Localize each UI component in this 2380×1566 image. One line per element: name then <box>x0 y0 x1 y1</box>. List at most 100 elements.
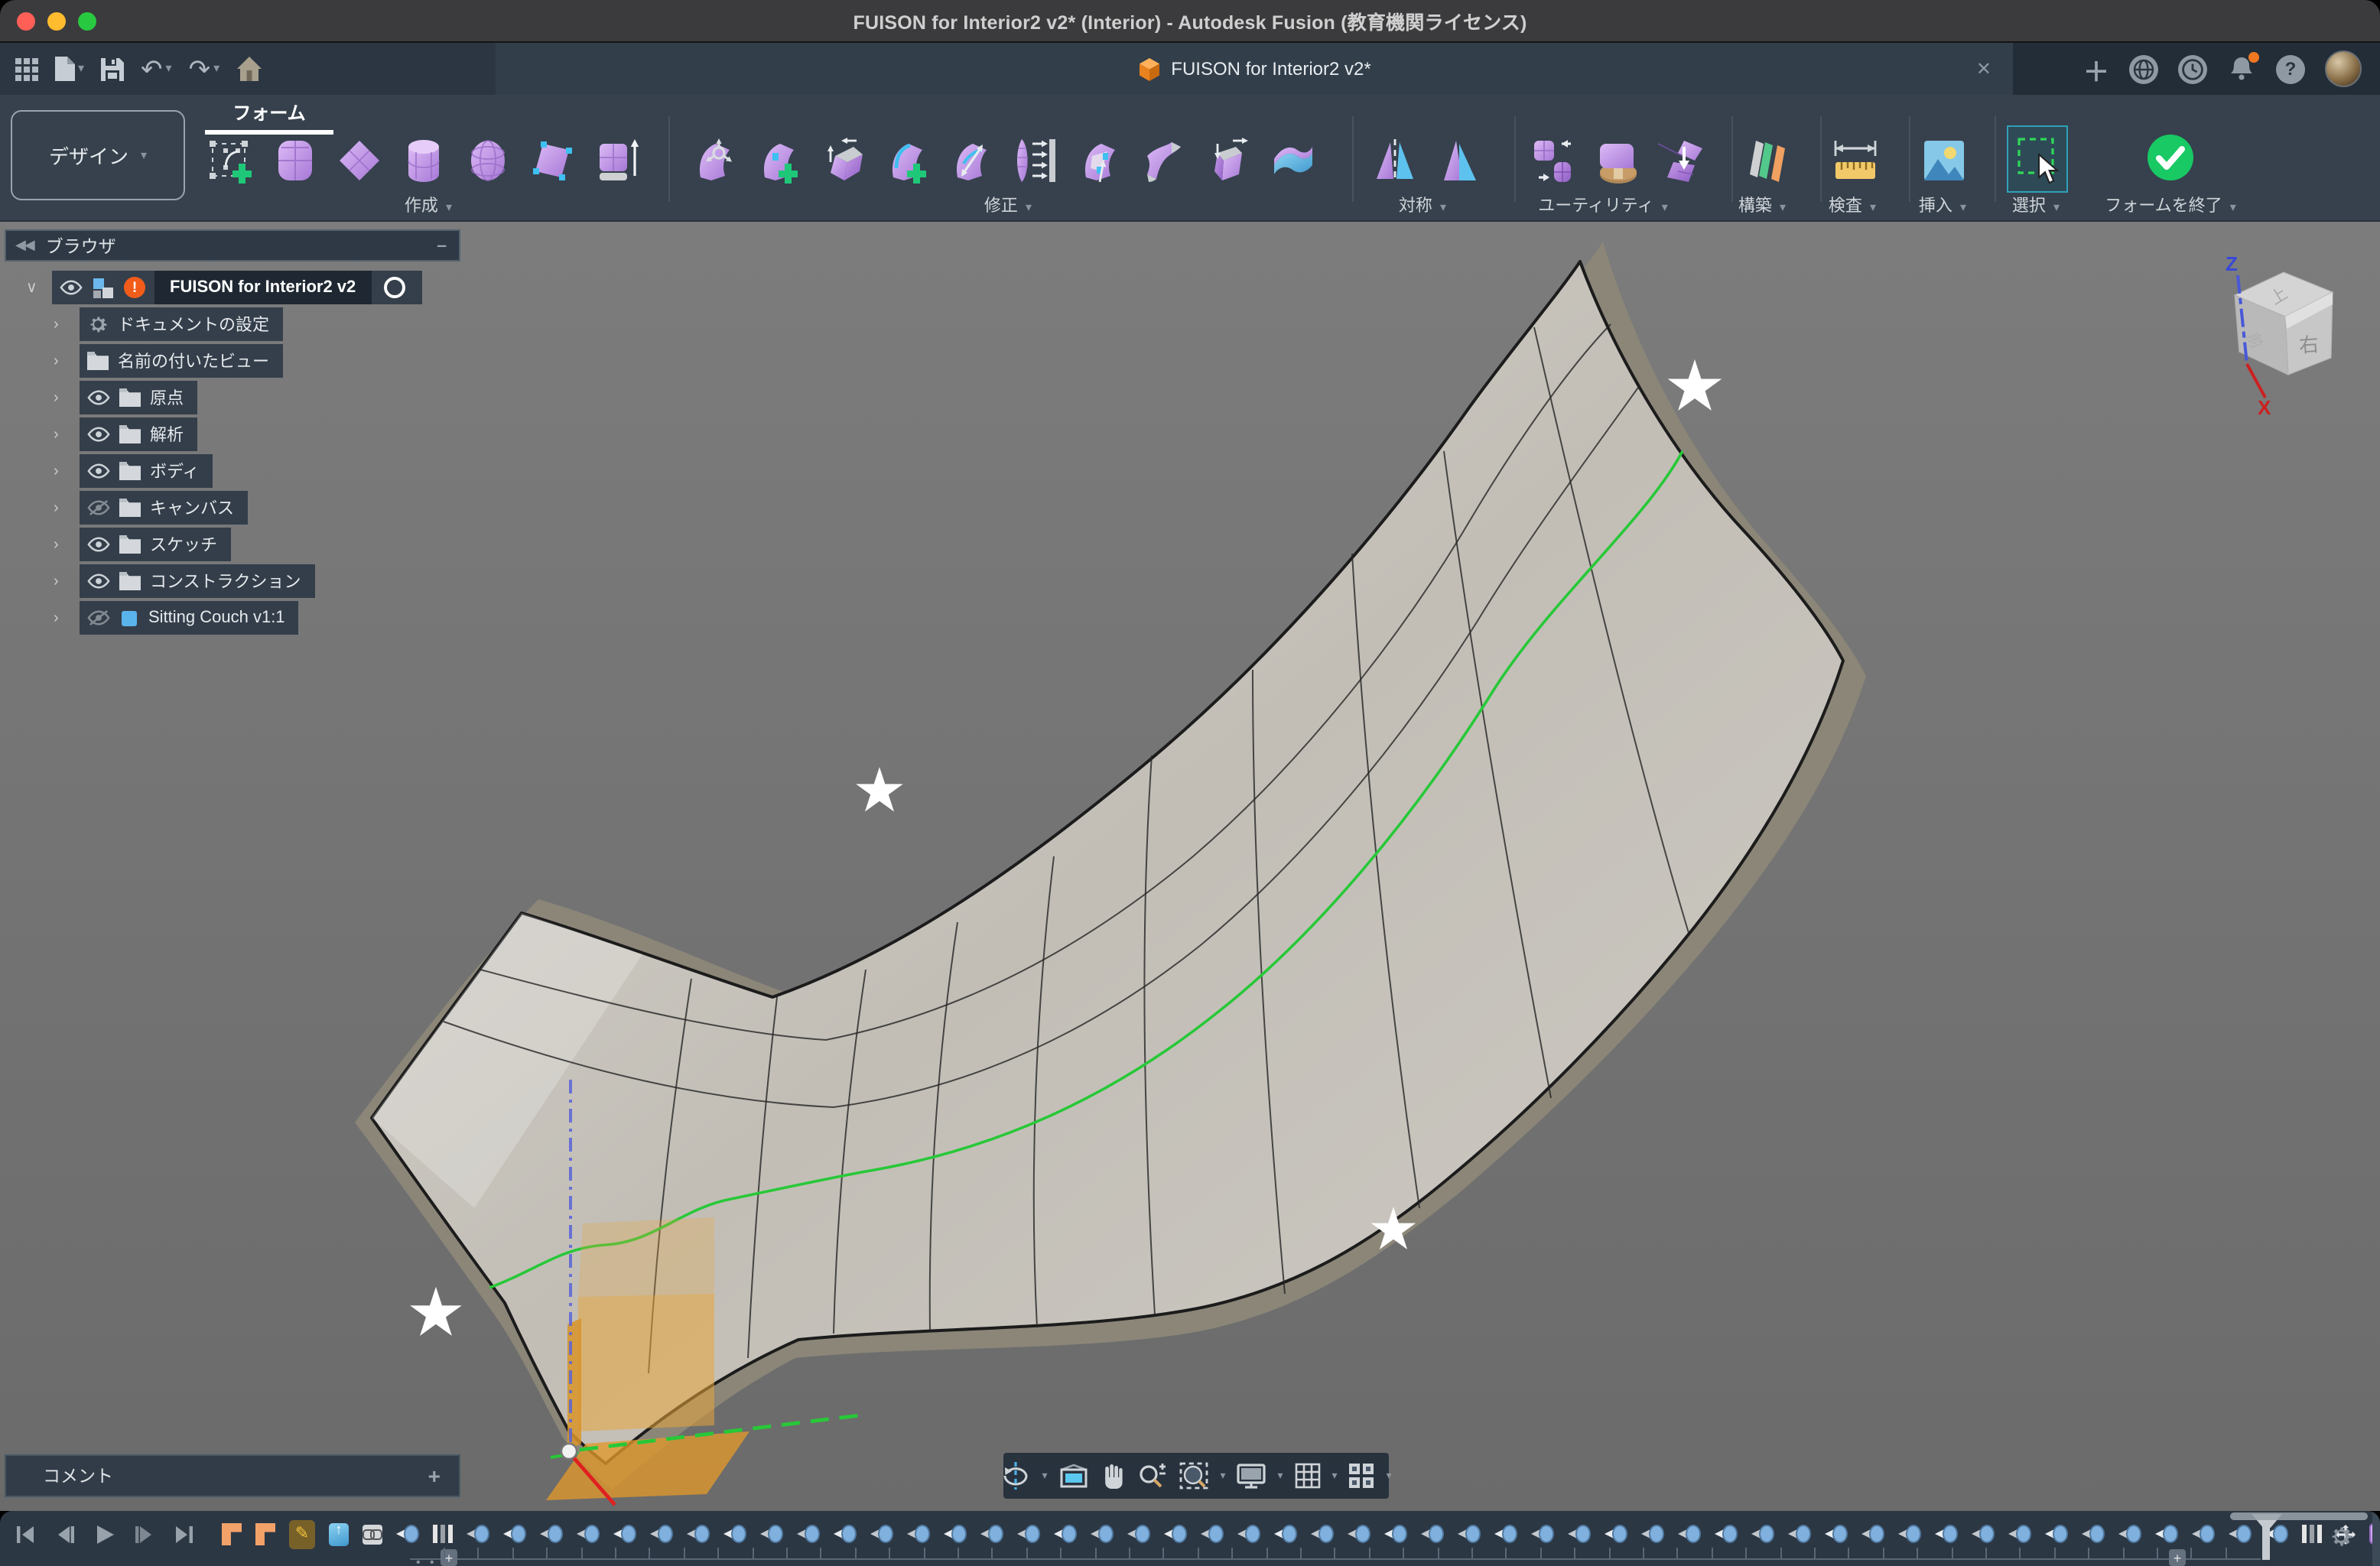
create-sphere-icon[interactable] <box>462 135 514 187</box>
save-icon[interactable] <box>101 57 124 80</box>
origin-point[interactable] <box>561 1444 577 1459</box>
close-window-button[interactable] <box>17 12 35 31</box>
chevron-icon[interactable]: › <box>54 353 80 369</box>
close-tab-icon[interactable]: ✕ <box>1976 58 1991 80</box>
pull-icon[interactable] <box>1010 135 1062 187</box>
redo-icon[interactable]: ↷ ▾ <box>189 56 220 82</box>
zoom-icon[interactable] <box>1136 1460 1169 1491</box>
measure-icon[interactable] <box>1829 135 1881 187</box>
chevron-icon[interactable]: › <box>54 316 80 333</box>
insert-group-label[interactable]: 挿入 ▾ <box>1919 193 1966 217</box>
finish-form-icon[interactable] <box>2144 132 2196 184</box>
crease-icon[interactable] <box>817 135 869 187</box>
construct-plane-icon[interactable] <box>1741 135 1793 187</box>
display-mode-icon[interactable] <box>1594 135 1646 187</box>
insert-edge-icon[interactable] <box>881 135 933 187</box>
warning-badge[interactable]: ! <box>124 277 145 298</box>
browser-item[interactable]: ›名前の付いたビュー <box>5 343 460 379</box>
browser-item[interactable]: ›キャンバス <box>5 489 460 526</box>
minimize-window-button[interactable] <box>47 12 66 31</box>
chevron-icon[interactable]: › <box>54 609 80 626</box>
timeline-playhead[interactable] <box>2262 1517 2270 1560</box>
visibility-eye-icon[interactable] <box>87 427 110 442</box>
unweld-icon[interactable] <box>1138 135 1190 187</box>
look-at-icon[interactable] <box>1056 1460 1090 1491</box>
insert-image-icon[interactable] <box>1918 135 1970 187</box>
create-group-label[interactable]: 作成 ▾ <box>405 193 452 217</box>
chevron-icon[interactable]: › <box>54 426 80 443</box>
context-tab-form[interactable]: フォーム <box>205 99 333 134</box>
visibility-eye-icon[interactable] <box>87 573 110 589</box>
finish-form-label[interactable]: フォームを終了 ▾ <box>2105 193 2236 217</box>
collapse-panel-icon[interactable]: ◀◀ <box>15 237 34 254</box>
bevel-edge-icon[interactable] <box>1202 135 1254 187</box>
inspect-group-label[interactable]: 検査 ▾ <box>1829 193 1876 217</box>
visibility-eye-icon[interactable] <box>87 610 110 625</box>
home-icon[interactable] <box>236 57 261 81</box>
visibility-eye-icon[interactable] <box>87 463 110 479</box>
grid-snap-icon[interactable] <box>1292 1460 1323 1491</box>
chevron-down-icon[interactable]: ▾ <box>1387 1470 1392 1482</box>
flatten-icon[interactable] <box>1658 135 1710 187</box>
browser-item[interactable]: ›原点 <box>5 379 460 416</box>
browser-item[interactable]: ›Sitting Couch v1:1 <box>5 599 460 636</box>
visibility-eye-icon[interactable] <box>87 390 110 405</box>
viewcube-front-label[interactable]: 右 <box>2298 333 2320 357</box>
timeline-group-expand[interactable]: + <box>2169 1549 2186 1566</box>
create-plane-icon[interactable] <box>333 135 385 187</box>
browser-item[interactable]: ∨!FUISON for Interior2 v2 <box>5 269 460 306</box>
file-menu-icon[interactable]: ▾ <box>55 57 84 81</box>
select-group-label[interactable]: 選択 ▾ <box>2012 193 2060 217</box>
pan-icon[interactable] <box>1097 1460 1128 1491</box>
new-tab-icon[interactable]: ＋ <box>2083 50 2109 88</box>
notifications-bell-icon[interactable] <box>2227 54 2256 83</box>
display-settings-icon[interactable] <box>1235 1460 1269 1491</box>
user-avatar[interactable] <box>2325 50 2362 87</box>
chevron-down-icon[interactable]: ▾ <box>1220 1470 1225 1482</box>
chevron-down-icon[interactable]: ▾ <box>1042 1470 1047 1482</box>
chevron-icon[interactable]: › <box>54 536 80 553</box>
browser-item[interactable]: ›スケッチ <box>5 526 460 563</box>
browser-header[interactable]: ◀◀ ブラウザ – <box>5 229 460 262</box>
thicken-icon[interactable] <box>1266 135 1318 187</box>
subdivide-icon[interactable] <box>945 135 997 187</box>
undo-icon[interactable]: ↶ ▾ <box>141 56 172 82</box>
visibility-eye-icon[interactable] <box>87 500 110 515</box>
workspace-selector[interactable]: デザイン▾ <box>11 110 185 200</box>
edit-form-icon[interactable] <box>688 135 740 187</box>
document-tab[interactable]: FUISON for Interior2 v2* ✕ <box>496 43 2013 95</box>
timeline-settings-gear-icon[interactable] <box>2328 1523 2354 1549</box>
chevron-icon[interactable]: › <box>54 499 80 516</box>
construct-group-label[interactable]: 構築 ▾ <box>1738 193 1786 217</box>
circular-symmetry-icon[interactable] <box>1435 135 1487 187</box>
browser-item[interactable]: ›コンストラクション <box>5 563 460 599</box>
viewports-icon[interactable] <box>1347 1460 1377 1491</box>
mirror-symmetry-icon[interactable] <box>1370 135 1422 187</box>
job-status-clock-icon[interactable] <box>2178 54 2207 83</box>
add-comment-icon[interactable]: + <box>428 1464 441 1488</box>
modify-group-label[interactable]: 修正 ▾ <box>984 193 1032 217</box>
comments-bar[interactable]: コメント + <box>5 1454 460 1497</box>
browser-item[interactable]: ›ボディ <box>5 453 460 489</box>
chevron-icon[interactable]: › <box>54 389 80 406</box>
activate-component-radio[interactable] <box>380 277 408 298</box>
insert-point-icon[interactable] <box>753 135 805 187</box>
chevron-icon[interactable]: › <box>54 573 80 590</box>
chevron-icon[interactable]: ∨ <box>26 279 52 296</box>
viewcube[interactable]: 右 上 前 Z X <box>2226 252 2333 419</box>
extensions-globe-icon[interactable] <box>2129 54 2158 83</box>
minimize-panel-icon[interactable]: – <box>437 236 447 255</box>
create-form-sketch-icon[interactable] <box>205 135 257 187</box>
help-icon[interactable]: ? <box>2276 54 2305 83</box>
create-extrude-icon[interactable] <box>590 135 642 187</box>
app-grid-icon[interactable] <box>15 57 38 80</box>
orbit-icon[interactable] <box>999 1460 1032 1491</box>
fit-icon[interactable] <box>1177 1460 1211 1491</box>
zoom-window-button[interactable] <box>78 12 96 31</box>
chevron-icon[interactable]: › <box>54 463 80 479</box>
symmetry-group-label[interactable]: 対称 ▾ <box>1399 193 1446 217</box>
create-box-icon[interactable] <box>269 135 321 187</box>
convert-icon[interactable] <box>1530 135 1582 187</box>
timeline-scrollbar[interactable] <box>2230 1512 2368 1520</box>
visibility-eye-icon[interactable] <box>60 280 83 295</box>
